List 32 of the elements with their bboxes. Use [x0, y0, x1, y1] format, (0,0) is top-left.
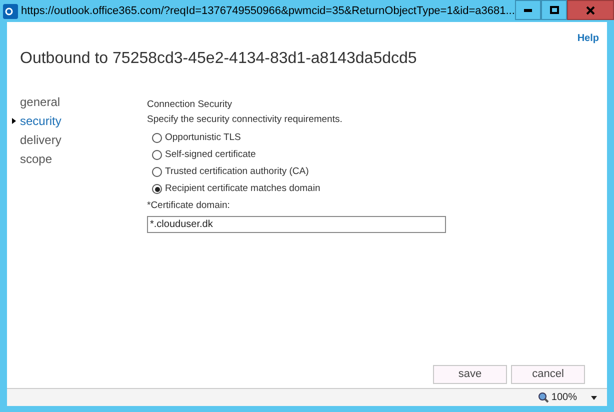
page-title: Outbound to 75258cd3-45e2-4134-83d1-a8143da5dcd5 [20, 49, 418, 69]
radio-label: Self-signed certificate [165, 148, 256, 162]
radio-button[interactable] [152, 184, 162, 194]
zoom-icon [538, 392, 550, 403]
close-icon [586, 6, 595, 14]
app-icon [3, 4, 18, 18]
selected-arrow-icon [12, 118, 16, 124]
maximize-button[interactable] [541, 0, 567, 20]
nav-item[interactable]: delivery [20, 130, 62, 148]
help-link[interactable]: Help [577, 31, 599, 46]
close-button[interactable] [567, 0, 614, 20]
radio-label: Trusted certification authority (CA) [165, 164, 309, 179]
radio-button[interactable] [152, 133, 162, 143]
nav-item[interactable]: general [20, 92, 60, 110]
certificate-domain-field[interactable]: *.clouduser.dk [147, 216, 446, 233]
nav-item[interactable]: scope [20, 150, 52, 168]
minimize-button[interactable] [515, 0, 541, 20]
save-button[interactable]: save [433, 365, 507, 384]
radio-label: Opportunistic TLS [165, 130, 241, 145]
field-label: *Certificate domain: [147, 198, 231, 212]
dropdown-caret-icon[interactable] [591, 396, 597, 400]
section-heading: Connection Security [147, 98, 234, 112]
radio-button[interactable] [152, 150, 162, 160]
zoom-level: 100% [551, 391, 577, 405]
radio-button[interactable] [152, 167, 162, 177]
nav-item[interactable]: security [20, 112, 62, 130]
minimize-icon [524, 8, 532, 12]
maximize-icon [550, 6, 558, 14]
radio-label: Recipient certificate matches domain [165, 182, 320, 196]
section-description: Specify the security connectivity requirements. [147, 113, 344, 128]
cancel-button[interactable]: cancel [511, 365, 585, 384]
window-title: https://outlook.office365.com/?reqId=1376749550966&pwmcid=35&ReturnObjectType=1&id=a3681... [21, 4, 515, 19]
